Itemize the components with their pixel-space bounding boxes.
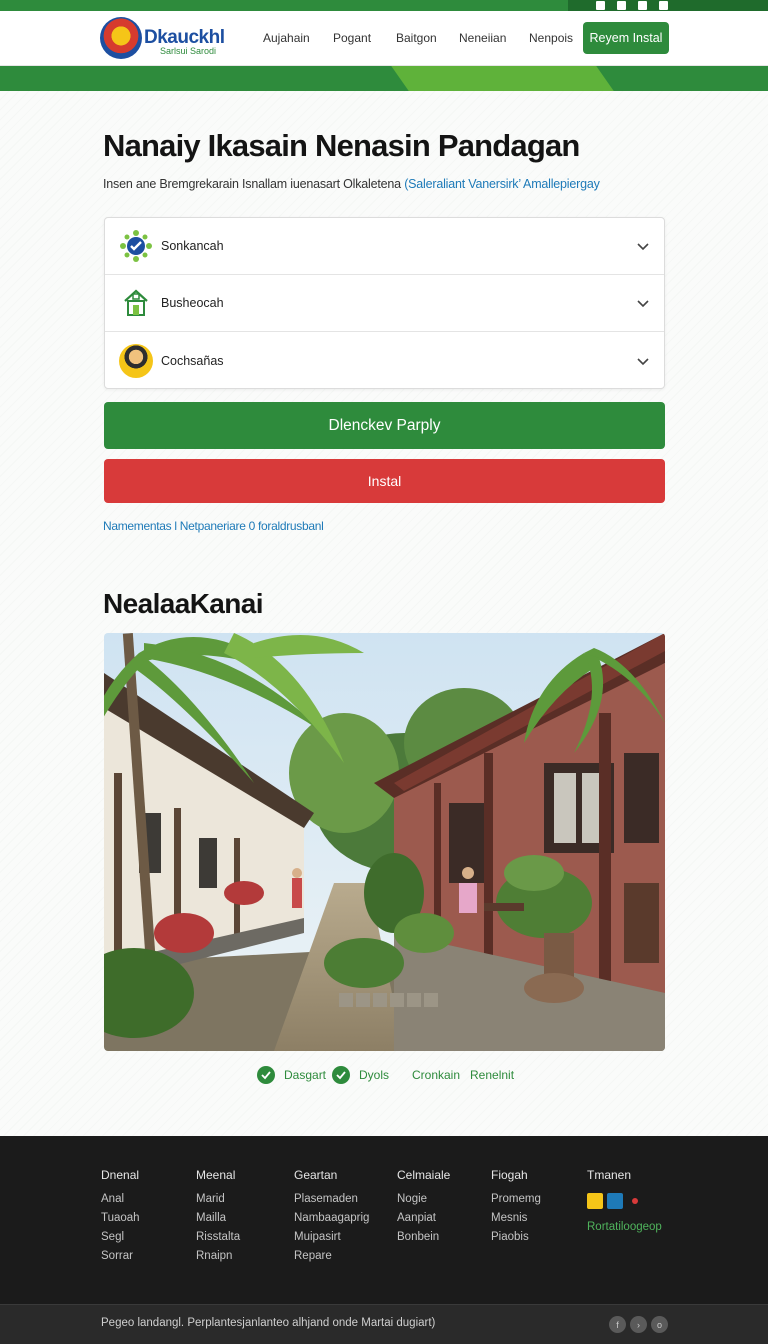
footer-link[interactable]: Mailla: [196, 1212, 240, 1224]
footer-heading: Geartan: [294, 1168, 338, 1182]
nav-item-1[interactable]: Aujahain: [263, 31, 310, 45]
band-chevron-shape: [391, 66, 614, 91]
page-subtitle: Insen ane Bremgrekarain Isnallam iuenasa…: [103, 177, 600, 191]
feature-label: Dyols: [359, 1068, 390, 1082]
page-title: Nanaiy Ikasain Nenasin Pandagan: [103, 128, 580, 163]
footer-link[interactable]: Anal: [101, 1193, 140, 1205]
green-banner-band: [0, 66, 768, 91]
footer-link[interactable]: Muipasirt: [294, 1231, 369, 1243]
footer-heading: Fiogah: [491, 1168, 528, 1182]
footer-link[interactable]: Marid: [196, 1193, 240, 1205]
footer-link[interactable]: Risstalta: [196, 1231, 240, 1243]
battery-icon: [596, 1, 605, 10]
person-avatar-icon: [119, 343, 153, 378]
status-icons: [568, 0, 768, 11]
instagram-icon[interactable]: o: [651, 1316, 668, 1333]
footer-link[interactable]: Segl: [101, 1231, 140, 1243]
header-install-button[interactable]: Reyem Instal: [583, 22, 669, 54]
install-button[interactable]: Instal: [104, 459, 665, 503]
footer-column-4: Celmaiale Nogie Aanpiat Bonbein: [397, 1168, 450, 1250]
accordion-item-1[interactable]: Sonkancah: [105, 218, 664, 275]
chevron-down-icon: [637, 243, 649, 251]
facebook-icon[interactable]: f: [609, 1316, 626, 1333]
subtitle-text: Insen ane Bremgrekarain Isnallam iuenasa…: [103, 177, 401, 191]
app-store-badge-icon[interactable]: [587, 1193, 603, 1209]
accordion-item-3[interactable]: Cochsañas: [105, 332, 664, 389]
nav-item-2[interactable]: Pogant: [333, 31, 371, 45]
logo-emblem-icon: [100, 17, 142, 59]
footer-column-1: Dnenal Anal Tuaoah Segl Sorrar: [101, 1168, 140, 1269]
feature-item-1: Dasgart: [257, 1065, 326, 1085]
footer-column-2: Meenal Marid Mailla Risstalta Rnaipn: [196, 1168, 240, 1269]
house-icon: [119, 286, 153, 320]
footer-heading: Meenal: [196, 1168, 236, 1182]
courtyard-photo: [104, 633, 665, 1051]
footer-column-5: Fiogah Promemg Mesnis Piaobis: [491, 1168, 541, 1250]
footer-column-6: Tmanen Rortatiloogeop: [587, 1168, 662, 1240]
nav-item-4[interactable]: Neneiian: [459, 31, 506, 45]
footer-link[interactable]: Bonbein: [397, 1231, 450, 1243]
subtitle-link[interactable]: (Saleraliant Vanersirk’ Amallepiergay: [404, 177, 600, 191]
footer-bottom-bar: Pegeo landangl. Perplantesjanlanteo alhj…: [0, 1304, 768, 1344]
feature-item-2: Dyols: [332, 1065, 389, 1085]
copyright-text: Pegeo landangl. Perplantesjanlanteo alhj…: [101, 1317, 436, 1329]
accordion-item-label: Cochsañas: [161, 353, 224, 368]
gallery-title: NealaaKanai: [103, 588, 264, 619]
help-link[interactable]: Namementas l Netpaneriare 0 foraldrusban…: [103, 519, 324, 533]
accordion-item-label: Sonkancah: [161, 239, 224, 253]
footer-link[interactable]: Rortatiloogeop: [587, 1221, 662, 1233]
footer-link[interactable]: Aanpiat: [397, 1212, 450, 1224]
check-circle-icon: [332, 1066, 350, 1084]
chevron-down-icon: [637, 357, 649, 365]
logo-tagline: Sarlsui Sarodi: [160, 46, 217, 56]
twitter-icon[interactable]: ›: [630, 1316, 647, 1333]
feature-label: Dasgart: [284, 1068, 327, 1082]
site-footer: Dnenal Anal Tuaoah Segl Sorrar Meenal Ma…: [0, 1136, 768, 1304]
play-store-badge-icon[interactable]: [607, 1193, 623, 1209]
signal-icon: [617, 1, 626, 10]
network-icon: [659, 1, 668, 10]
wifi-icon: [638, 1, 647, 10]
footer-link[interactable]: Tuaoah: [101, 1212, 140, 1224]
accordion-item-label: Busheocah: [161, 296, 224, 310]
app-badges: [587, 1193, 662, 1209]
feature-item-3: Cronkain: [412, 1065, 460, 1085]
chevron-down-icon: [637, 300, 649, 308]
accordion-list: Sonkancah Busheocah Cochsañas: [104, 217, 665, 389]
feature-label: Renelnit: [470, 1068, 515, 1082]
footer-link[interactable]: Promemg: [491, 1193, 541, 1205]
footer-link[interactable]: Plasemaden: [294, 1193, 369, 1205]
top-status-strip: [0, 0, 768, 11]
footer-heading: Dnenal: [101, 1168, 140, 1182]
footer-link[interactable]: Piaobis: [491, 1231, 541, 1243]
footer-link[interactable]: Sorrar: [101, 1250, 140, 1262]
footer-heading: Tmanen: [587, 1168, 632, 1182]
feature-item-4: Renelnit: [470, 1065, 514, 1085]
footer-link[interactable]: Repare: [294, 1250, 369, 1262]
site-logo[interactable]: Dkauckhl Sarlsui Sarodi: [100, 15, 228, 61]
footer-link[interactable]: Nambaagaprig: [294, 1212, 369, 1224]
site-header: Dkauckhl Sarlsui Sarodi Aujahain Pogant …: [0, 11, 768, 66]
footer-link[interactable]: Rnaipn: [196, 1250, 240, 1262]
gear-emblem-icon: [119, 229, 153, 263]
footer-link[interactable]: Mesnis: [491, 1212, 541, 1224]
footer-heading: Celmaiale: [397, 1168, 451, 1182]
feature-label: Cronkain: [412, 1068, 461, 1082]
accordion-item-2[interactable]: Busheocah: [105, 275, 664, 332]
nav-item-3[interactable]: Baitgon: [396, 31, 437, 45]
footer-column-3: Geartan Plasemaden Nambaagaprig Muipasir…: [294, 1168, 369, 1269]
footer-link[interactable]: Nogie: [397, 1193, 450, 1205]
check-circle-icon: [257, 1066, 275, 1084]
flag-icon: [627, 1193, 643, 1209]
primary-action-button[interactable]: Dlenckev Parply: [104, 402, 665, 449]
nav-item-5[interactable]: Nenpois: [529, 31, 573, 45]
